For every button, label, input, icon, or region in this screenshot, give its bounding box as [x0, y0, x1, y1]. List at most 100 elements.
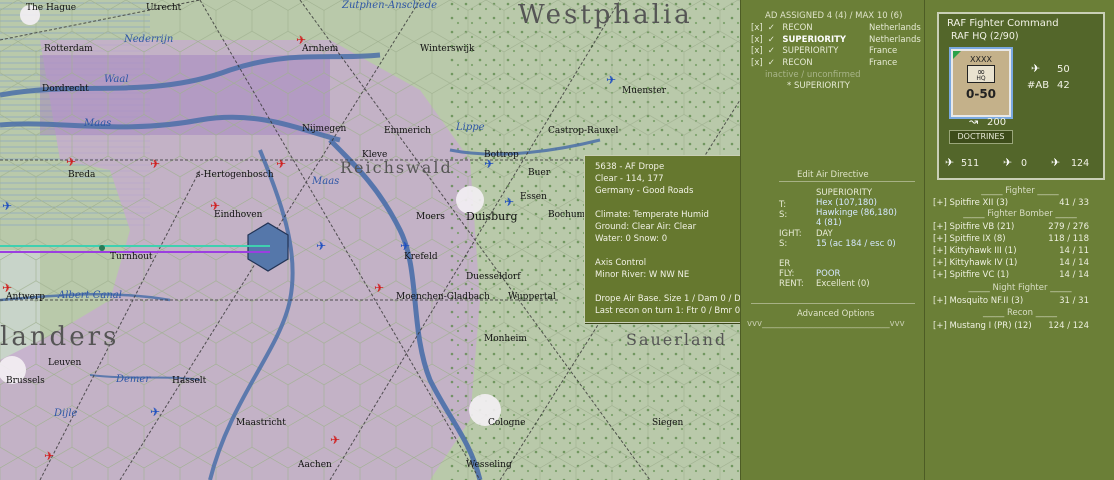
water-label: Nederrijn [124, 34, 174, 45]
section-header-fighter-bomber: _____ Fighter Bomber _____ [963, 209, 1077, 219]
city-label: Wuppertal [508, 292, 556, 302]
base-value[interactable]: Hawkinge (86,180) [816, 208, 897, 218]
ad-country: Netherlands [869, 35, 921, 45]
tooltip-line: Ground: Clear Air: Clear [595, 222, 697, 232]
checkbox-icon[interactable]: [x] [751, 58, 765, 68]
city-label: Bottrop [484, 150, 519, 160]
edit-label: IGHT: [779, 229, 802, 239]
city-label: Muenster [622, 86, 666, 96]
doctrines-button[interactable]: DOCTRINES [949, 130, 1013, 144]
aircraft-value[interactable]: 15 (ac 184 / esc 0) [816, 239, 896, 249]
weather-value: POOR [816, 269, 841, 279]
divider-ornament: vvv______________________________vvv [747, 319, 905, 329]
edit-label: FLY: [779, 269, 795, 279]
city-label: Krefeld [404, 252, 438, 262]
checkbox-icon[interactable]: [x] [751, 23, 765, 33]
list-item[interactable]: [+] Spitfire VC (1) 14 / 14 [933, 270, 1089, 280]
raf-hq-panel: RAF Fighter Command RAF HQ (2/90) XXXX ∞… [924, 0, 1114, 480]
plane-icon: ✈ [1031, 62, 1041, 75]
list-item[interactable]: [+] Kittyhawk IV (1) 14 / 14 [933, 258, 1089, 268]
ad-row[interactable]: [x] ✓ RECON Netherlands [751, 23, 921, 33]
water-label: Waal [104, 74, 129, 85]
list-item[interactable]: [+] Mosquito NF.II (3) 31 / 31 [933, 296, 1089, 306]
city-label: Utrecht [146, 3, 182, 13]
checkmark-icon: ✓ [767, 58, 775, 68]
ad-mission: SUPERIORITY [782, 46, 839, 56]
counter-value: 0-50 [965, 87, 997, 101]
flight-time-value[interactable]: DAY [816, 229, 833, 239]
city-label: Wesseling [466, 460, 512, 470]
recon-icon: ✈ [1051, 156, 1061, 169]
supply-icon: ↝ [969, 115, 979, 128]
svg-text:✈: ✈ [2, 199, 12, 213]
divider [779, 181, 915, 182]
svg-text:✈: ✈ [606, 73, 616, 87]
list-item[interactable]: [+] Spitfire VB (21) 279 / 276 [933, 222, 1089, 232]
hex-info-tooltip: 5638 - AF Drope Clear - 114, 177 Germany… [584, 155, 740, 323]
checkbox-icon[interactable]: [x] [751, 46, 765, 56]
svg-text:✈: ✈ [330, 433, 340, 447]
water-label: Demer [116, 374, 151, 385]
city-label: Leuven [48, 358, 82, 368]
checkmark-icon: ✓ [767, 23, 775, 33]
water-label: Dijle [54, 408, 78, 419]
list-item[interactable]: [+] Spitfire XII (3) 41 / 33 [933, 198, 1089, 208]
city-label: Bochum [548, 210, 586, 220]
svg-text:✈: ✈ [504, 195, 514, 209]
svg-text:✈: ✈ [150, 157, 160, 171]
tooltip-line: Last recon on turn 1: Ftr 0 / Bmr 0 / Au… [595, 306, 740, 316]
list-item[interactable]: [+] Spitfire IX (8) 118 / 118 [933, 234, 1089, 244]
airbase-label: #AB [1027, 80, 1050, 91]
tooltip-line: Water: 0 Snow: 0 [595, 234, 668, 244]
city-label: Antwerp [6, 292, 46, 302]
city-label: Dordrecht [42, 84, 89, 94]
section-header-night-fighter: _____ Night Fighter _____ [968, 283, 1072, 293]
mission-value[interactable]: SUPERIORITY [816, 188, 872, 198]
city-label: Moenchen-Gladbach [396, 292, 490, 302]
advanced-options-button[interactable]: Advanced Options [797, 309, 874, 319]
tooltip-line: 5638 - AF Drope [595, 162, 665, 172]
city-label: Winterswijk [420, 44, 475, 54]
ad-row[interactable]: [x] ✓ SUPERIORITY France [751, 46, 897, 56]
hq-info-box: RAF Fighter Command RAF HQ (2/90) XXXX ∞… [937, 12, 1105, 180]
region-label: landers [0, 322, 120, 352]
svg-text:✈: ✈ [66, 155, 76, 169]
checkmark-icon: ✓ [767, 35, 775, 45]
hq-subtitle: RAF HQ (2/90) [951, 31, 1019, 42]
checkbox-icon[interactable]: [x] [751, 35, 765, 45]
region-label: Reichswald [340, 158, 453, 177]
divider [751, 303, 915, 304]
city-label: Aachen [298, 460, 332, 470]
tooltip-line: Climate: Temperate Humid [595, 210, 709, 220]
water-label: Maas [312, 176, 340, 187]
list-item[interactable]: [+] Kittyhawk III (1) 14 / 11 [933, 246, 1089, 256]
hq-counter[interactable]: XXXX ∞ HQ 0-50 [951, 49, 1011, 117]
edit-label: RENT: [779, 279, 804, 289]
target-value[interactable]: Hex (107,180) [816, 198, 877, 208]
altitude-value[interactable]: 4 (81) [816, 218, 842, 228]
city-label: Castrop-Rauxel [548, 126, 619, 136]
svg-text:✈: ✈ [44, 449, 54, 463]
ad-mission: SUPERIORITY [782, 35, 847, 45]
superiority-legend[interactable]: * SUPERIORITY [787, 81, 850, 91]
city-label: Siegen [652, 418, 684, 428]
city-label: Breda [68, 170, 96, 180]
city-label: Turnhout [110, 252, 153, 262]
game-map[interactable]: ✈ ✈ ✈ ✈ ✈ ✈ ✈ ✈ ✈ ✈ ✈ ✈ ✈ ✈ ✈ ✈ The Hagu… [0, 0, 740, 480]
list-item[interactable]: [+] Mustang I (PR) (12) 124 / 124 [933, 321, 1089, 331]
air-directive-panel: AD ASSIGNED 4 (4) / MAX 10 (6) [x] ✓ REC… [740, 0, 925, 480]
tooltip-line: Drope Air Base. Size 1 / Dam 0 / Det 1 [595, 294, 740, 304]
city-label: Arnhem [302, 44, 339, 54]
city-label: Cologne [488, 418, 526, 428]
ad-row[interactable]: [x] ✓ RECON France [751, 58, 897, 68]
city-label: Duisburg [466, 210, 518, 223]
ad-row[interactable]: [x] ✓ SUPERIORITY Netherlands [751, 35, 921, 45]
ad-mission: RECON [782, 23, 813, 33]
ad-assigned-header: AD ASSIGNED 4 (4) / MAX 10 (6) [765, 11, 903, 21]
ad-country: Netherlands [869, 23, 921, 33]
water-label: Lippe [456, 122, 485, 133]
city-label: Duesseldorf [466, 272, 521, 282]
section-header-recon: _____ Recon _____ [983, 308, 1057, 318]
city-label: Essen [520, 192, 547, 202]
fighter-total: 511 [961, 158, 980, 169]
